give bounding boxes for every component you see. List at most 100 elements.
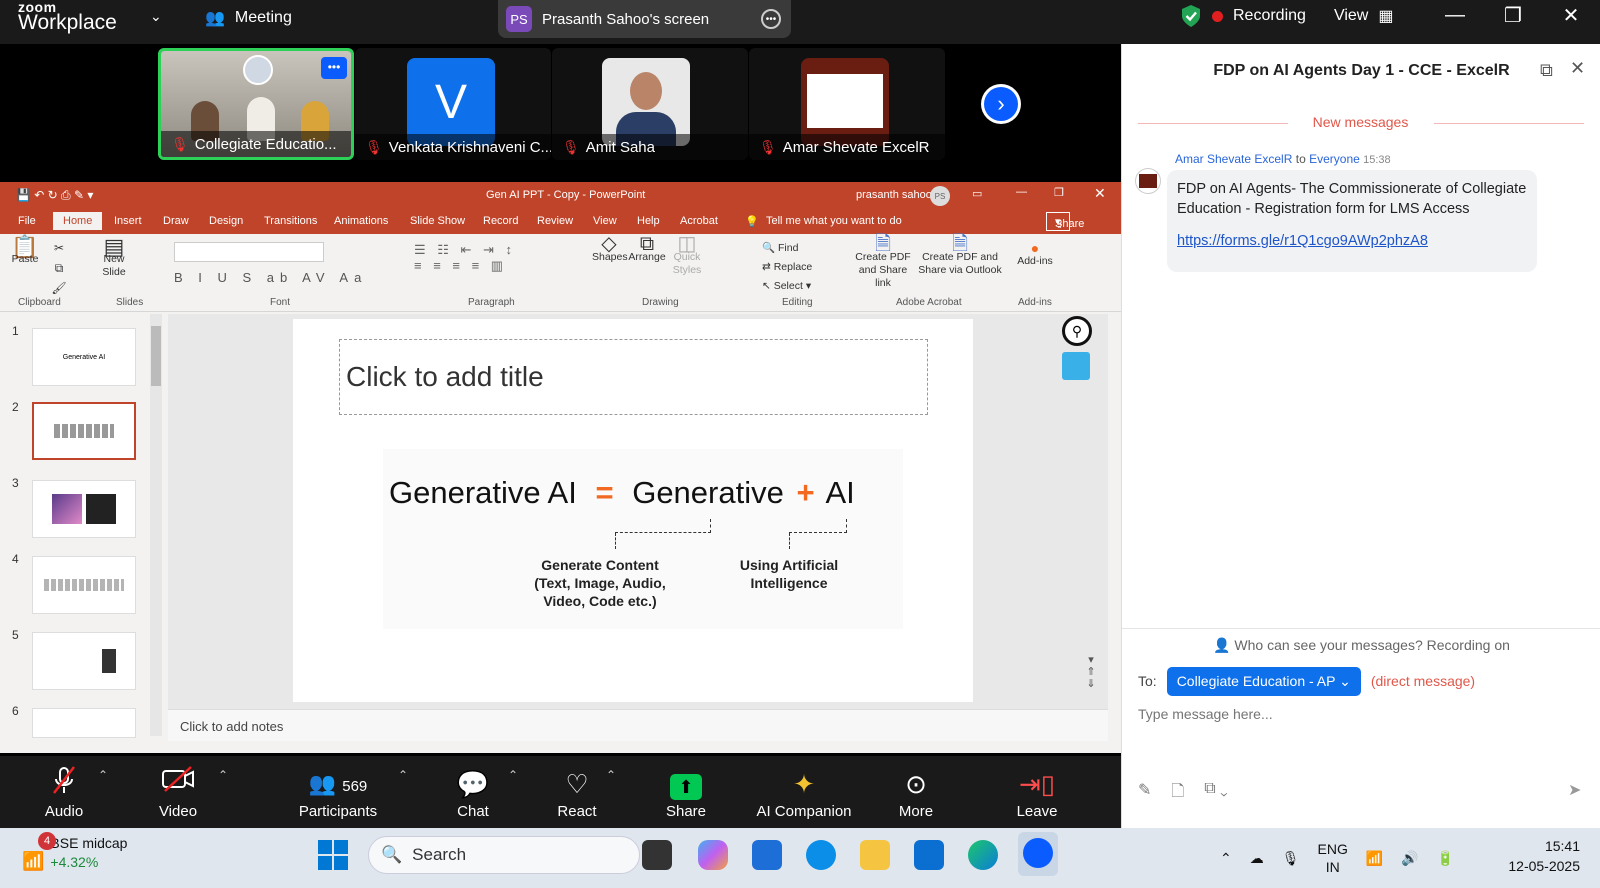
message-link[interactable]: https://forms.gle/r1Q1cgo9AWp2phzA8 [1177,231,1527,251]
tab-transitions[interactable]: Transitions [264,215,317,227]
participant-tile[interactable]: V 🎙 Venkata Krishnaveni C... [355,48,551,160]
video-options-chevron[interactable]: ⌃ [218,768,228,782]
more-options-icon[interactable]: ••• [761,9,781,29]
thumbnail-scrollbar[interactable] [150,314,162,736]
zoom-workplace-logo[interactable]: zoom Workplace [18,0,117,33]
new-slide-button[interactable]: ▤ New Slide [96,236,132,279]
meeting-button[interactable]: 👥 Meeting [205,8,292,28]
task-view-icon[interactable] [642,840,672,870]
participants-button[interactable]: 👥 569 Participants [296,756,380,828]
volume-icon[interactable]: 🔊 [1401,850,1418,867]
ai-companion-button[interactable]: ✦ AI Companion [754,756,854,828]
next-page-button[interactable]: › [981,84,1021,124]
send-icon[interactable]: ➤ [1568,780,1581,800]
react-options-chevron[interactable]: ⌃ [606,768,616,782]
ppt-restore-icon[interactable]: ❐ [1054,186,1064,199]
tab-record[interactable]: Record [483,215,518,227]
font-format-buttons[interactable]: B I U S ab AV Aa [174,270,367,285]
tell-me-search[interactable]: Tell me what you want to do [766,215,902,227]
tab-design[interactable]: Design [209,215,243,227]
addin-panel-icon[interactable] [1062,352,1090,380]
zoom-taskbar-item[interactable] [1018,832,1058,876]
audio-options-chevron[interactable]: ⌃ [98,768,108,782]
chat-options-chevron[interactable]: ⌃ [508,768,518,782]
close-icon[interactable]: ✕ [1542,0,1600,30]
tab-view[interactable]: View [593,215,617,227]
tab-review[interactable]: Review [537,215,573,227]
title-placeholder[interactable]: Click to add title [339,339,928,415]
slide-thumbnail[interactable] [32,556,136,614]
paste-button[interactable]: 📋 Paste [10,236,40,266]
find-button[interactable]: 🔍 Find [762,239,812,258]
slide-thumbnail[interactable] [32,480,136,538]
recipient-dropdown[interactable]: Collegiate Education - AP ⌄ [1166,666,1361,696]
tile-menu-button[interactable]: ••• [321,57,347,79]
tab-home[interactable]: Home [53,212,103,230]
restore-icon[interactable]: ❐ [1484,0,1542,30]
clipboard-small-buttons[interactable]: ✂ ⧉ 🖌 [44,238,74,298]
microphone-icon[interactable]: 🎙 [1282,850,1300,867]
popout-icon[interactable]: ⧉ [1540,60,1553,81]
participants-options-chevron[interactable]: ⌃ [398,768,408,782]
scroll-thumb[interactable] [151,326,161,386]
slide-thumbnail[interactable]: Generative AI [32,328,136,386]
video-button[interactable]: Video [152,756,204,828]
slide-canvas[interactable]: Click to add title Generative AI = Gener… [293,319,973,702]
create-pdf-share-link-button[interactable]: 🗎 Create PDF and Share link [850,234,916,290]
ppt-close-icon[interactable]: ✕ [1094,185,1106,202]
folder-icon[interactable] [860,840,890,870]
recording-indicator[interactable]: Recording View ▦ [1180,4,1393,28]
copilot-icon[interactable] [698,840,728,870]
edge-icon[interactable] [968,840,998,870]
ribbon-display-icon[interactable]: ▭ [972,187,982,200]
font-name-box[interactable] [174,242,324,262]
chevron-down-icon[interactable]: ⌄ [150,8,162,25]
share-screen-button[interactable]: ⬆ Share [662,756,710,828]
participant-tile[interactable]: ••• 🎙 Collegiate Educatio... [158,48,354,160]
react-button[interactable]: ♡ React [554,756,600,828]
slide-thumbnail-selected[interactable] [32,402,136,460]
slide-thumbnail[interactable] [32,708,136,738]
notes-pane[interactable]: Click to add notes [168,709,1108,741]
location-pin-icon[interactable]: ⚲ [1062,316,1092,346]
tab-slide-show[interactable]: Slide Show [410,215,465,227]
quick-access-icons[interactable]: 💾 ↶ ↻ ⎙ ✎ ▾ [16,188,93,203]
ppt-user-avatar[interactable]: PS [930,186,950,206]
sender-name[interactable]: Amar Shevate ExcelR [1175,152,1292,166]
tab-insert[interactable]: Insert [114,215,142,227]
tab-draw[interactable]: Draw [163,215,189,227]
windows-start-icon[interactable] [318,840,348,870]
ppt-user-name[interactable]: prasanth sahoo [856,189,932,201]
close-chat-icon[interactable]: ✕ [1570,58,1585,79]
audio-button[interactable]: Audio [38,756,90,828]
more-button[interactable]: ⊙ More [894,756,938,828]
create-pdf-outlook-button[interactable]: 🗎 Create PDF and Share via Outlook [918,234,1002,277]
slide-thumbnail[interactable] [32,632,136,690]
tab-animations[interactable]: Animations [334,215,388,227]
store-icon[interactable] [752,840,782,870]
addins-button[interactable]: ● Add-ins [1014,241,1056,268]
chevron-up-icon[interactable]: ⌃ [1220,850,1232,867]
screen-share-pill[interactable]: PS Prasanth Sahoo's screen ••• [498,0,791,38]
chat-button[interactable]: 💬 Chat [452,756,494,828]
cloud-icon[interactable]: ☁ [1250,850,1264,867]
minimize-icon[interactable]: — [1426,0,1484,30]
participant-tile[interactable]: 🎙 Amar Shevate ExcelR [749,48,945,160]
leave-button[interactable]: ⇥▯ Leave [1014,756,1060,828]
screenshot-icon[interactable]: ⧉ ⌄ [1204,780,1227,807]
taskbar-search[interactable]: 🔍 Search [368,836,640,874]
tab-file[interactable]: File [18,215,36,227]
myhp-icon[interactable] [914,840,944,870]
help-icon[interactable] [806,840,836,870]
tab-acrobat[interactable]: Acrobat [680,215,718,227]
replace-button[interactable]: ⇄ Replace [762,258,812,277]
language-indicator[interactable]: ENG IN [1318,840,1348,876]
clock[interactable]: 15:41 12-05-2025 [1500,836,1580,876]
paragraph-buttons[interactable]: ☰ ☷ ⇤ ⇥ ↕ ≡ ≡ ≡ ≡ ▥ [414,242,516,274]
shapes-button[interactable]: ◇ Shapes [592,234,628,264]
privacy-notice[interactable]: 👤 Who can see your messages? Recording o… [1122,628,1600,660]
share-button[interactable]: ⇪ Share ▾ [1046,212,1084,231]
view-button[interactable]: View [1334,7,1368,25]
scroll-arrows[interactable]: ▾ ⇑ ⇓ [1084,654,1098,704]
file-icon[interactable]: 🗋 [1171,780,1184,807]
